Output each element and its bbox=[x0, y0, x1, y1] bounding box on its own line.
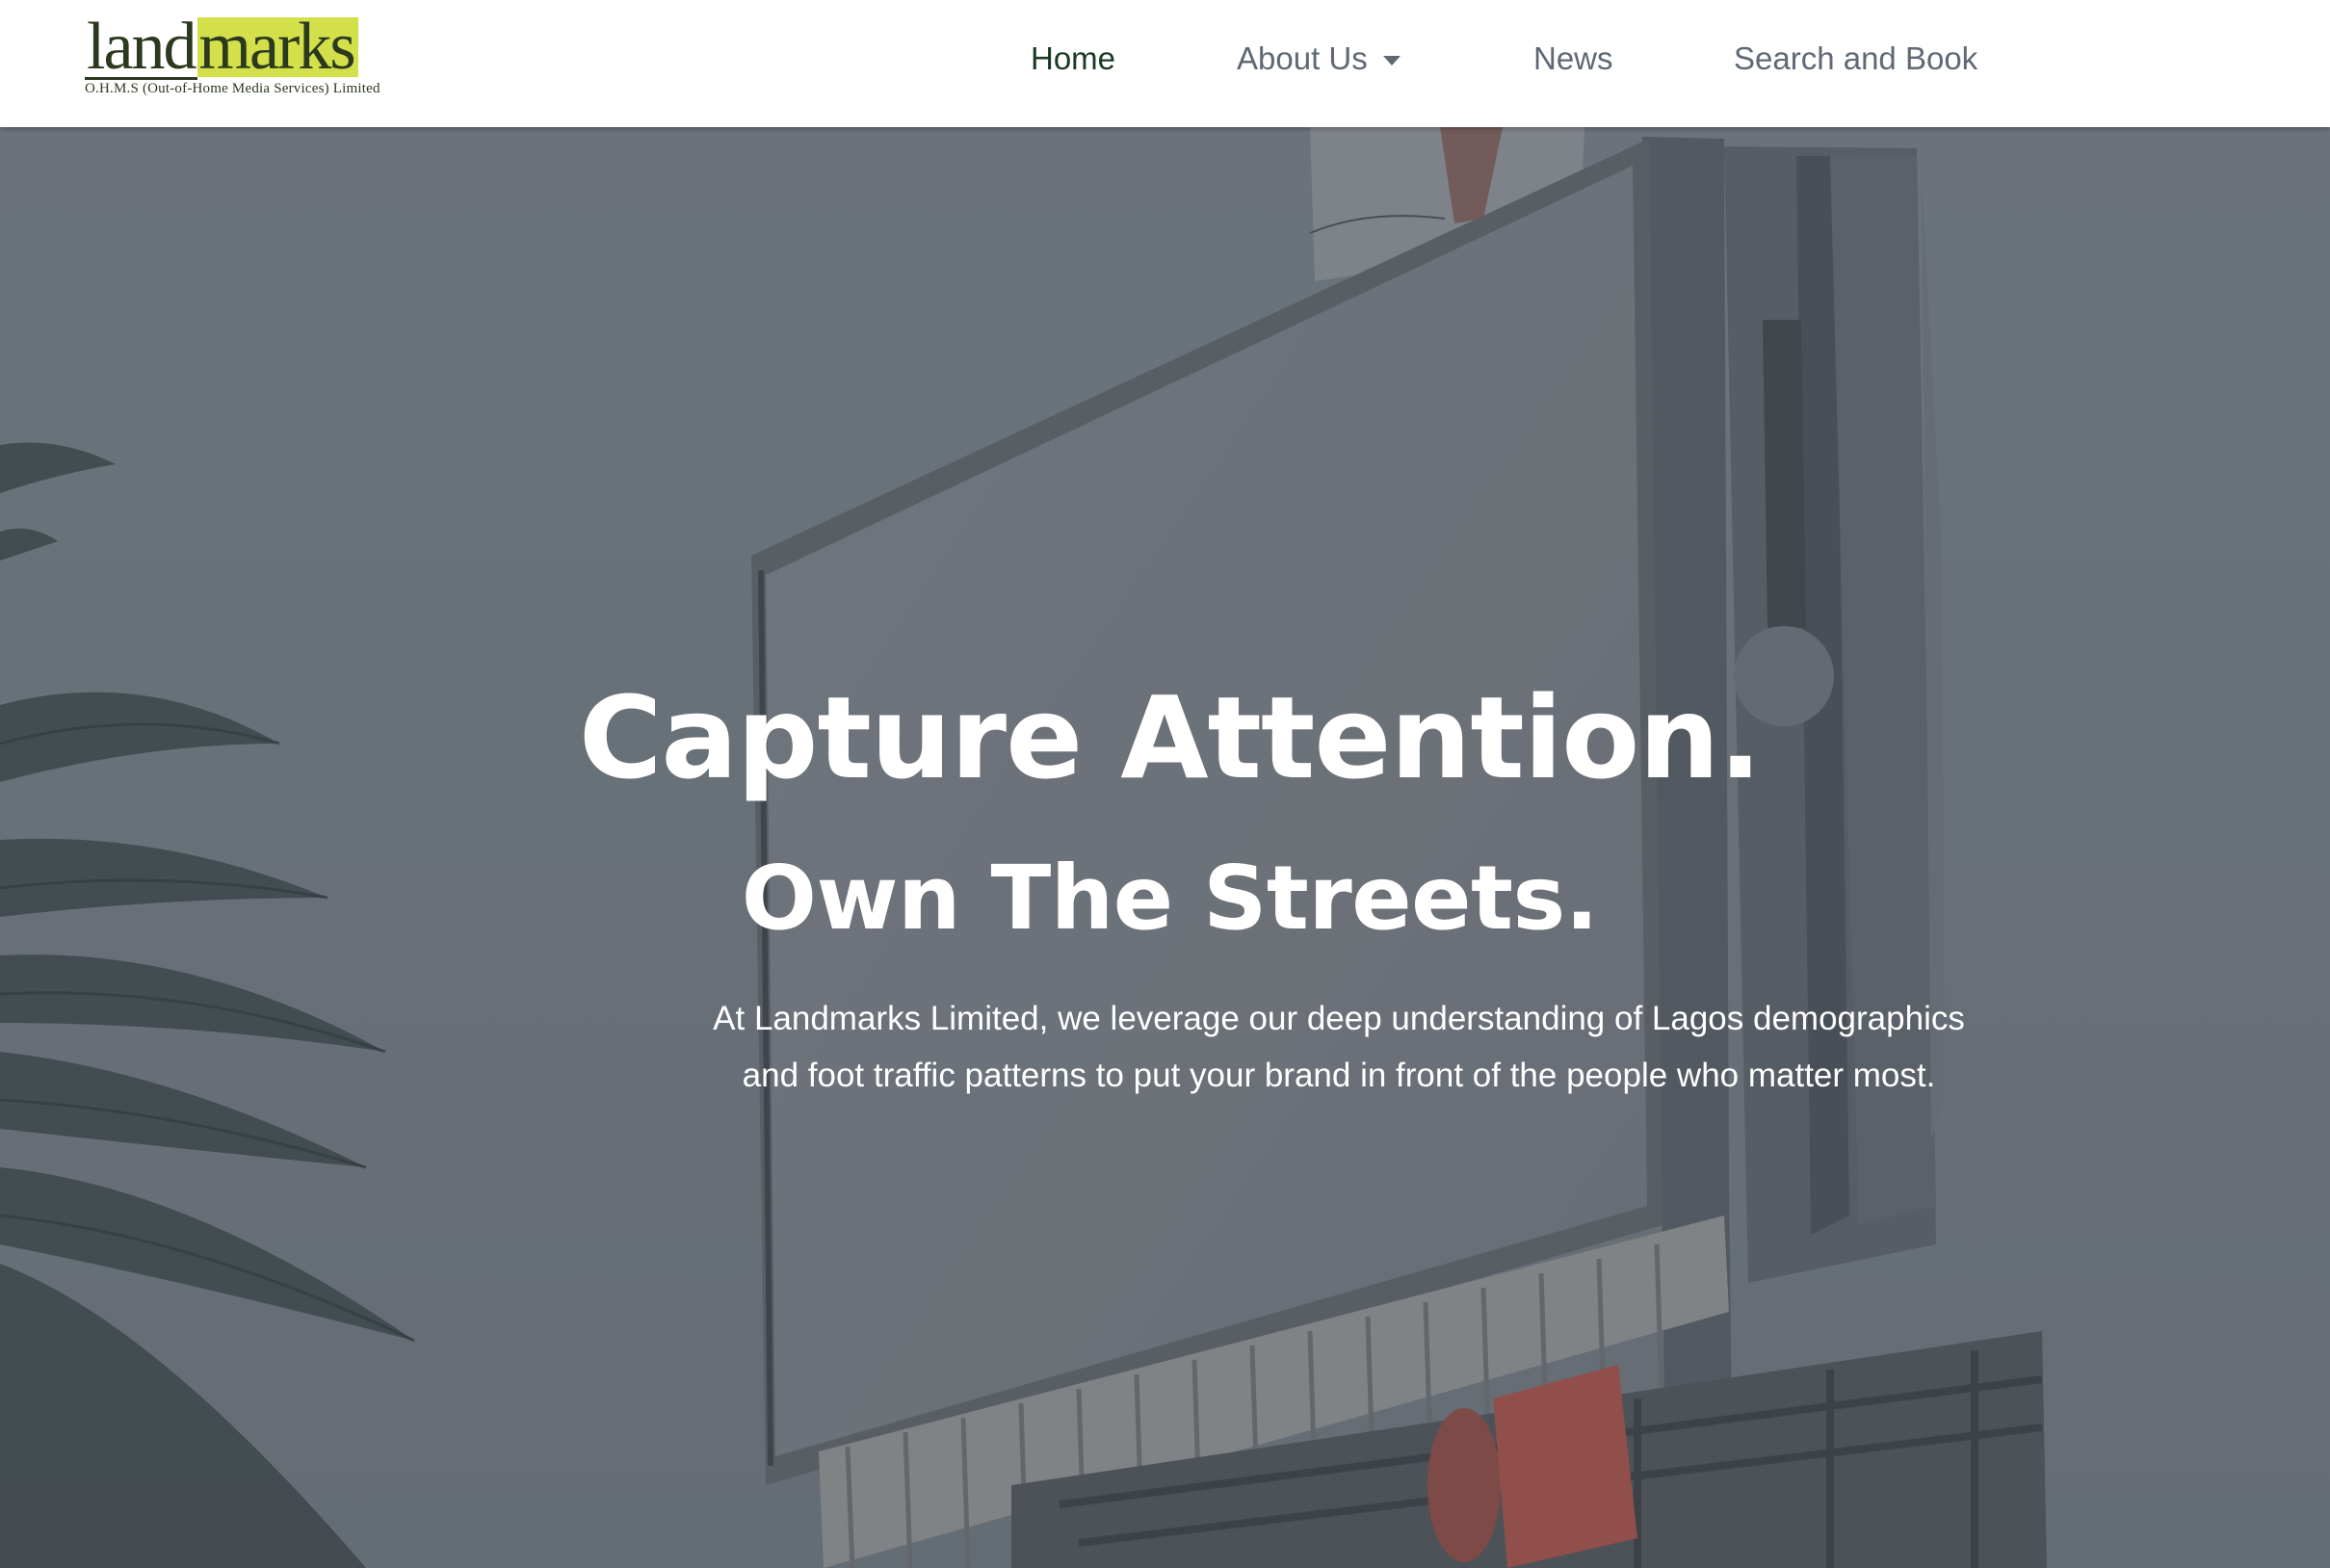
nav-home[interactable]: Home bbox=[1031, 40, 1115, 77]
hero-headline: Capture Attention. bbox=[578, 671, 1762, 804]
chevron-down-icon bbox=[1382, 55, 1401, 65]
nav-news-label: News bbox=[1533, 40, 1613, 76]
landmarks-logo[interactable]: landmarks O.H.M.S (Out-of-Home Media Ser… bbox=[85, 10, 380, 100]
hero-subheadline: Own The Streets. bbox=[741, 847, 1599, 950]
nav-search-and-book[interactable]: Search and Book bbox=[1734, 40, 1977, 77]
nav-search-and-book-label: Search and Book bbox=[1734, 40, 1978, 76]
hero-description-line-1: At Landmarks Limited, we leverage our de… bbox=[713, 1000, 1965, 1037]
logo-word-marks: marks bbox=[196, 13, 358, 81]
hero-content: Capture Attention. Own The Streets. At L… bbox=[0, 127, 2330, 1568]
hero-section: Capture Attention. Own The Streets. At L… bbox=[0, 127, 2330, 1568]
logo-tagline: O.H.M.S (Out-of-Home Media Services) Lim… bbox=[85, 81, 380, 96]
logo-word-land: land bbox=[85, 10, 197, 84]
nav-home-label: Home bbox=[1031, 40, 1116, 76]
site-header: landmarks O.H.M.S (Out-of-Home Media Ser… bbox=[0, 0, 2330, 127]
logo-wordmark: landmarks bbox=[85, 10, 358, 84]
nav-news[interactable]: News bbox=[1533, 40, 1613, 77]
hero-description: At Landmarks Limited, we leverage our de… bbox=[665, 990, 2013, 1104]
hero-description-line-2: and foot traffic patterns to put your br… bbox=[742, 1057, 1936, 1094]
nav-about-us[interactable]: About Us bbox=[1237, 40, 1401, 77]
nav-about-us-label: About Us bbox=[1237, 40, 1368, 76]
